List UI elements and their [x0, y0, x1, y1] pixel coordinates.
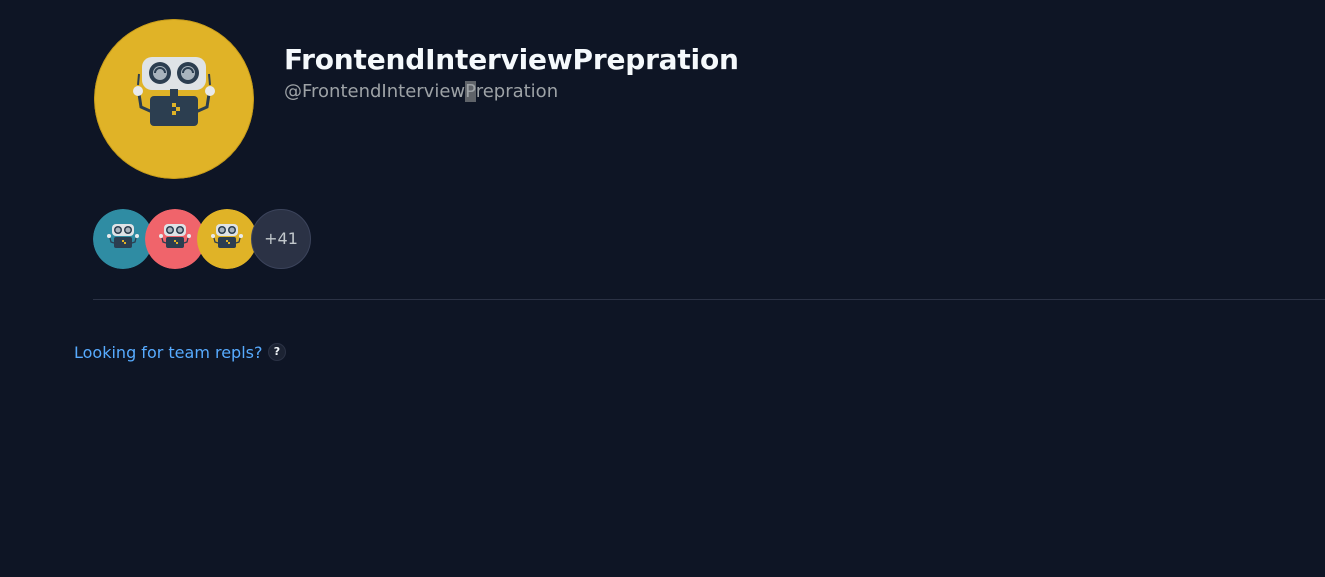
handle-prefix: @FrontendInterview — [284, 81, 466, 102]
replit-robot-icon — [145, 209, 205, 269]
handle-suffix: repration — [475, 81, 559, 102]
team-handle: @FrontendInterviewPrepration — [284, 80, 558, 104]
replit-robot-icon — [93, 209, 153, 269]
member-avatar[interactable] — [93, 209, 153, 269]
replit-robot-icon — [94, 19, 254, 179]
team-profile-page: FrontendInterviewPrepration @FrontendInt… — [0, 0, 1325, 577]
team-avatar — [94, 19, 254, 179]
help-icon[interactable]: ? — [268, 343, 286, 361]
replit-robot-icon — [197, 209, 257, 269]
member-avatar[interactable] — [145, 209, 205, 269]
member-avatar[interactable] — [197, 209, 257, 269]
team-name: FrontendInterviewPrepration — [284, 43, 739, 76]
text-cursor: P — [465, 81, 476, 102]
team-repls-link[interactable]: Looking for team repls? — [74, 341, 262, 365]
more-members-button[interactable]: +41 — [251, 209, 311, 269]
section-divider — [93, 299, 1325, 300]
